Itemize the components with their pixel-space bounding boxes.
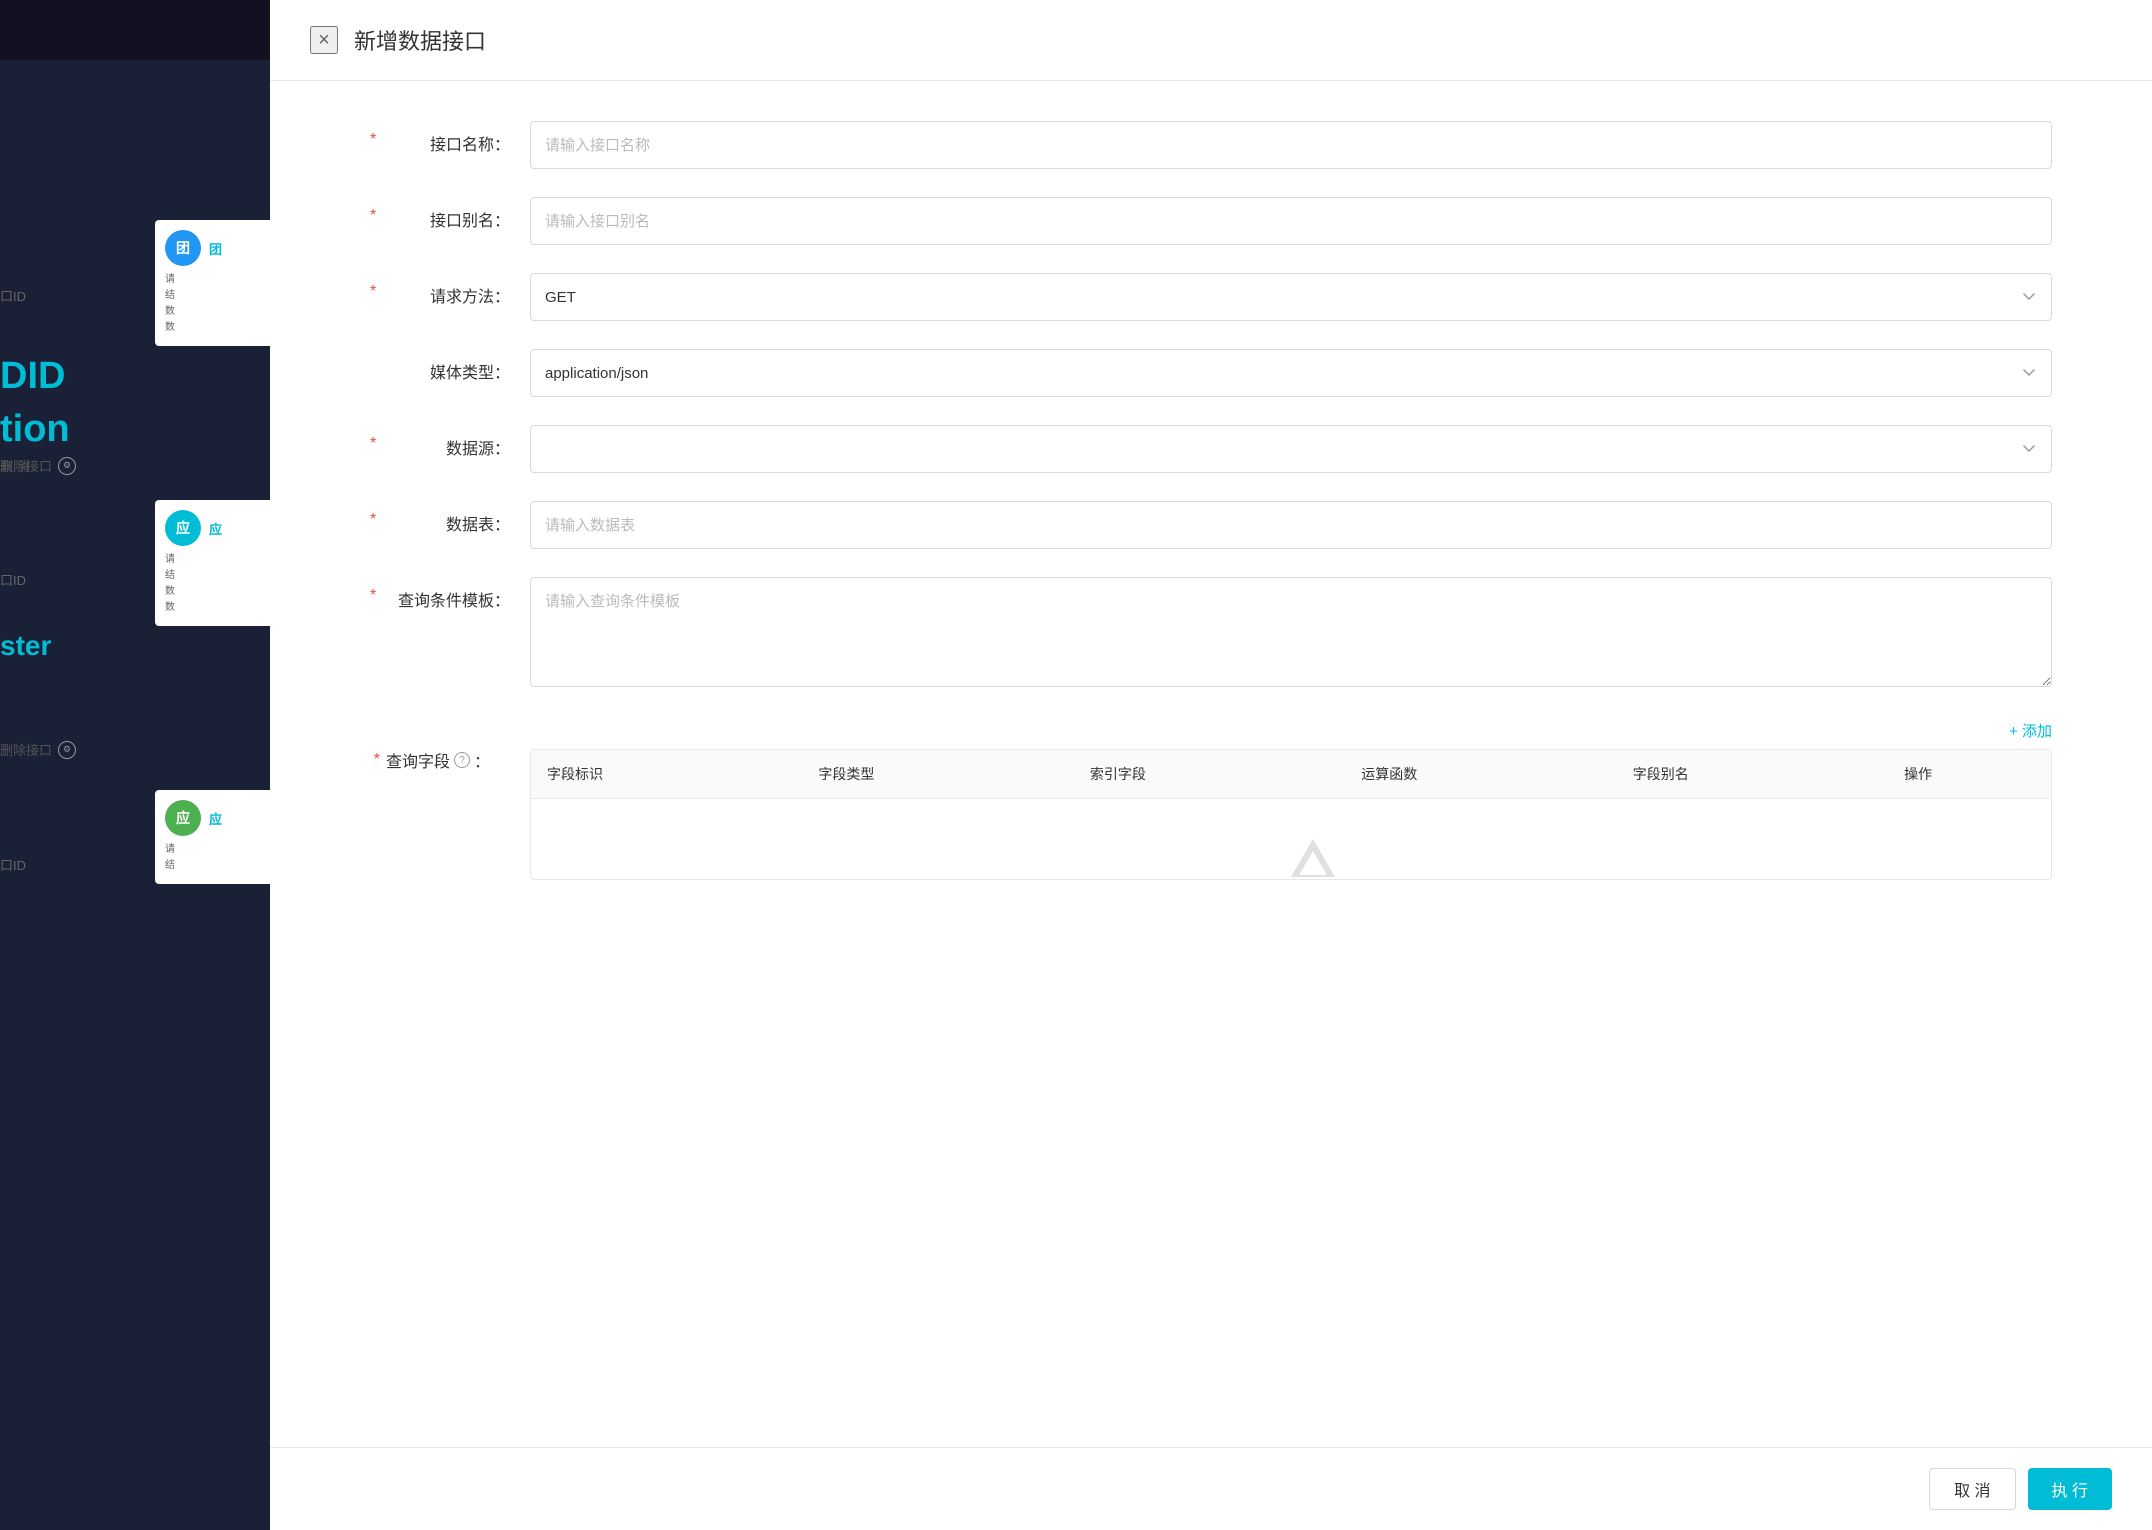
control-request-method: GET POST PUT DELETE PATCH <box>530 273 2052 321</box>
card-body-2: 请结数数 <box>165 552 265 616</box>
form-row-media-type: 媒体类型： application/json application/xml t… <box>370 349 2052 397</box>
label-interface-name: 接口名称： <box>370 121 530 155</box>
form-row-data-source: 数据源： <box>370 425 2052 473</box>
execute-button[interactable]: 执 行 <box>2028 1468 2112 1510</box>
left-id-label-1: 口ID <box>0 286 26 305</box>
gear-icon-2: ⚙ <box>58 741 76 759</box>
card-title-1: 团 <box>209 239 222 258</box>
query-fields-header: + 添加 <box>530 720 2052 741</box>
col-operation-func: 运算函数 <box>1345 750 1616 798</box>
add-field-button[interactable]: + 添加 <box>2009 720 2052 741</box>
modal-panel: × 新增数据接口 接口名称： 接口别名： 请求方法： <box>270 0 2152 1530</box>
label-data-source: 数据源： <box>370 425 530 459</box>
did-text: DID <box>0 350 246 403</box>
control-query-condition <box>530 577 2052 692</box>
col-field-type: 字段类型 <box>802 750 1073 798</box>
card-title-2: 应 <box>209 519 222 538</box>
label-query-condition: 查询条件模板： <box>370 577 530 611</box>
control-interface-alias <box>530 197 2052 245</box>
col-field-alias: 字段别名 <box>1617 750 1888 798</box>
modal-body: 接口名称： 接口别名： 请求方法： GET POST <box>270 81 2152 1447</box>
delete-label-2: 删除接口 <box>0 740 52 759</box>
form-row-interface-alias: 接口别名： <box>370 197 2052 245</box>
form-row-data-table: 数据表： <box>370 501 2052 549</box>
tion-text: tion <box>0 403 246 456</box>
card-body-1: 请结数数 <box>165 272 265 336</box>
label-query-fields: * 查询字段 ? ： <box>370 720 530 772</box>
avatar-2: 应 <box>165 510 201 546</box>
select-data-source[interactable] <box>530 425 2052 473</box>
input-interface-name[interactable] <box>530 121 2052 169</box>
card-body-3: 请结 <box>165 842 265 874</box>
cancel-button[interactable]: 取 消 <box>1929 1468 2015 1510</box>
control-data-source <box>530 425 2052 473</box>
delete-label-1: 删除接口 <box>0 456 52 475</box>
left-id-label-3: 口ID <box>0 855 26 874</box>
form-row-query-condition: 查询条件模板： <box>370 577 2052 692</box>
control-data-table <box>530 501 2052 549</box>
avatar-3: 应 <box>165 800 201 836</box>
query-fields-table: 字段标识 字段类型 索引字段 运算函数 字段别名 操作 <box>530 749 2052 880</box>
form-row-query-fields: * 查询字段 ? ： + 添加 字段标识 字段类型 索引字段 运算函数 字段别 <box>370 720 2052 880</box>
input-data-table[interactable] <box>530 501 2052 549</box>
modal-footer: 取 消 执 行 <box>270 1447 2152 1530</box>
bg-card-2: 应 应 请结数数 <box>155 500 275 626</box>
ster-text: ster <box>0 630 51 662</box>
help-icon[interactable]: ? <box>454 752 470 768</box>
label-media-type: 媒体类型： <box>370 349 530 383</box>
select-media-type[interactable]: application/json application/xml text/pl… <box>530 349 2052 397</box>
control-interface-name <box>530 121 2052 169</box>
table-header: 字段标识 字段类型 索引字段 运算函数 字段别名 操作 <box>531 750 2051 799</box>
label-data-table: 数据表： <box>370 501 530 535</box>
modal-header: × 新增数据接口 <box>270 0 2152 81</box>
avatar-1: 团 <box>165 230 201 266</box>
label-request-method: 请求方法： <box>370 273 530 307</box>
bg-card-3: 应 应 请结 <box>155 790 275 884</box>
close-button[interactable]: × <box>310 26 338 54</box>
select-request-method[interactable]: GET POST PUT DELETE PATCH <box>530 273 2052 321</box>
left-id-label-2: 口ID <box>0 570 26 589</box>
triangle-outer <box>1291 839 1335 877</box>
textarea-query-condition[interactable] <box>530 577 2052 687</box>
col-operation: 操作 <box>1888 750 2051 798</box>
input-interface-alias[interactable] <box>530 197 2052 245</box>
form-row-request-method: 请求方法： GET POST PUT DELETE PATCH <box>370 273 2052 321</box>
delete-interface-2: 删除接口 ⚙ <box>0 740 76 759</box>
delete-interface-1: 删除接口 ⚙ <box>0 456 76 475</box>
form-row-interface-name: 接口名称： <box>370 121 2052 169</box>
query-fields-section: + 添加 字段标识 字段类型 索引字段 运算函数 字段别名 操作 <box>530 720 2052 880</box>
modal-title: 新增数据接口 <box>354 24 486 56</box>
table-body <box>531 799 2051 879</box>
bg-card-1: 团 团 请结数数 <box>155 220 275 346</box>
did-tion-text: DID tion <box>0 350 246 456</box>
col-index-field: 索引字段 <box>1074 750 1345 798</box>
control-media-type: application/json application/xml text/pl… <box>530 349 2052 397</box>
gear-icon-1: ⚙ <box>58 457 76 475</box>
label-interface-alias: 接口别名： <box>370 197 530 231</box>
triangle-inner <box>1299 851 1327 875</box>
card-title-3: 应 <box>209 809 222 828</box>
col-field-id: 字段标识 <box>531 750 802 798</box>
